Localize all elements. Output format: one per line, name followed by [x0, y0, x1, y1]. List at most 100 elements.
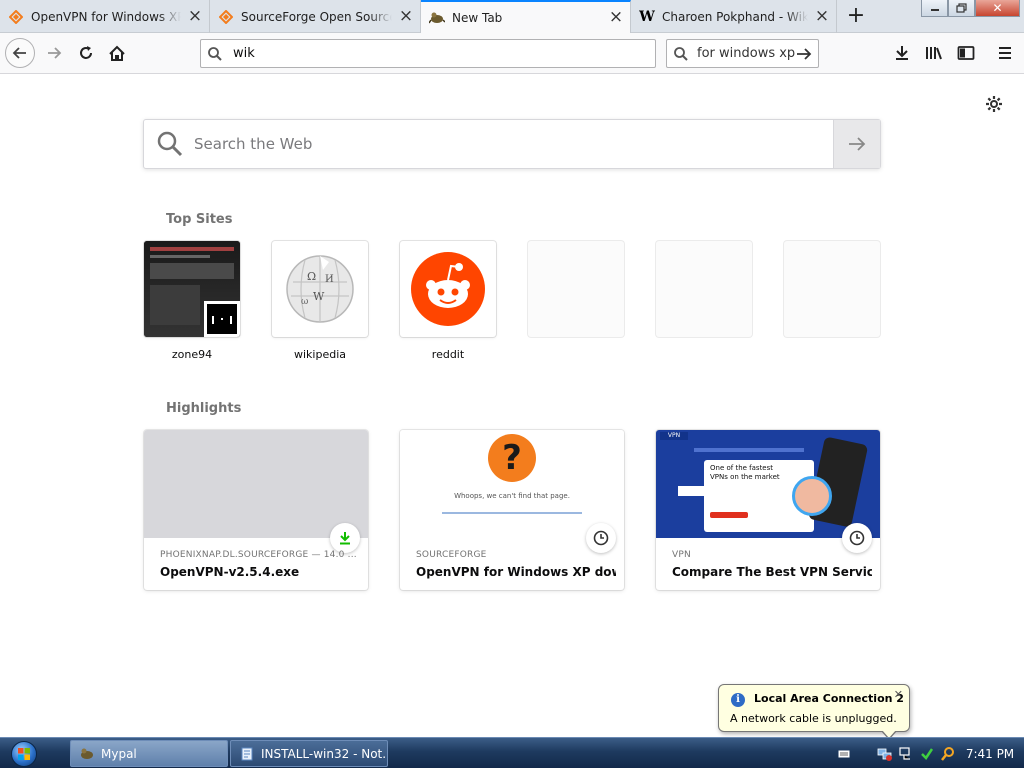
reload-button[interactable] — [72, 39, 100, 67]
hamburger-menu-icon — [999, 47, 1011, 59]
top-site-empty — [528, 241, 624, 337]
card-preview — [144, 430, 368, 538]
close-icon[interactable]: ✕ — [894, 688, 903, 701]
close-tab-icon[interactable]: × — [814, 7, 830, 25]
url-bar-text[interactable]: wik — [233, 46, 255, 61]
back-button[interactable] — [5, 38, 35, 68]
search-icon — [208, 46, 222, 61]
top-site-empty — [784, 241, 880, 337]
web-search-go-button[interactable] — [833, 120, 880, 168]
close-tab-icon[interactable]: × — [398, 7, 414, 25]
card-title: OpenVPN for Windows XP down... — [416, 565, 616, 579]
new-tab-button[interactable]: + — [842, 4, 870, 30]
highlight-card-vpn[interactable]: One of the fastest VPNs on the market VP… — [656, 430, 880, 590]
network-disconnected-icon[interactable] — [877, 746, 893, 762]
sidebar-icon — [957, 46, 975, 60]
tab-title: New Tab — [452, 11, 503, 25]
gear-icon[interactable] — [985, 95, 1003, 113]
empty-tile — [784, 241, 880, 337]
sourceforge-favicon-icon — [218, 9, 234, 25]
wikipedia-favicon-icon: W — [639, 8, 655, 25]
forward-arrow-icon — [48, 47, 62, 59]
restore-button[interactable] — [948, 0, 975, 17]
tab-wikipedia[interactable]: W Charoen Pokphand - Wikipe × — [631, 0, 837, 33]
menu-button[interactable] — [991, 39, 1019, 67]
svg-text:Ω: Ω — [307, 270, 316, 283]
start-button[interactable] — [6, 739, 42, 768]
search-bar[interactable]: for windows xp — [666, 39, 819, 68]
tab-openvpn-xp[interactable]: OpenVPN for Windows XP d × — [0, 0, 210, 33]
zone94-favicon-icon — [204, 301, 240, 337]
web-search-placeholder[interactable]: Search the Web — [194, 135, 833, 153]
reload-icon — [80, 46, 92, 59]
downloads-button[interactable] — [888, 39, 916, 67]
close-window-button[interactable]: ✕ — [975, 0, 1020, 17]
back-arrow-icon — [12, 47, 26, 59]
system-tray — [836, 738, 961, 768]
keyboard-icon[interactable] — [836, 746, 852, 762]
taskbar-button-notepad[interactable]: INSTALL-win32 - Not... — [230, 740, 388, 767]
web-search-box[interactable]: Search the Web — [143, 119, 881, 169]
close-tab-icon[interactable]: × — [187, 7, 203, 25]
check-icon[interactable] — [919, 746, 935, 762]
navigation-toolbar: wik for windows xp — [0, 33, 1024, 74]
close-tab-icon[interactable]: × — [608, 9, 624, 26]
top-site-label: zone94 — [171, 348, 213, 361]
network-notification-balloon[interactable]: i Local Area Connection 2 A network cabl… — [718, 684, 910, 740]
svg-text:W: W — [313, 290, 325, 303]
minimize-button[interactable] — [921, 0, 948, 17]
taskbar-button-mypal[interactable]: Mypal — [70, 740, 228, 767]
tab-title: OpenVPN for Windows XP d — [31, 9, 181, 24]
top-site-thumbnail[interactable] — [144, 241, 240, 337]
top-site-label: wikipedia — [293, 348, 346, 361]
info-icon: i — [731, 693, 745, 707]
highlight-card-sourceforge[interactable]: ? Whoops, we can't find that page. SOURC… — [400, 430, 624, 590]
magnifier-icon[interactable] — [940, 746, 956, 762]
top-site-wikipedia[interactable]: Ω И W ω wikipedia — [272, 241, 368, 361]
search-bar-text[interactable]: for windows xp — [697, 46, 796, 61]
card-source: VPN — [672, 550, 691, 560]
home-button[interactable] — [103, 39, 131, 67]
top-site-reddit[interactable]: reddit — [400, 241, 496, 361]
empty-tile — [656, 241, 752, 337]
clock-icon — [842, 523, 872, 553]
svg-text:ω: ω — [301, 297, 308, 307]
search-icon — [157, 131, 183, 157]
library-icon — [926, 47, 942, 60]
tab-new-tab[interactable]: New Tab × — [421, 0, 631, 34]
window-controls: ✕ — [921, 0, 1020, 17]
card-preview-text: One of the fastest VPNs on the market — [710, 464, 780, 481]
tab-sourceforge[interactable]: SourceForge Open Source A × — [210, 0, 421, 33]
top-site-empty — [656, 241, 752, 337]
empty-tile — [528, 241, 624, 337]
search-go-arrow-icon[interactable] — [796, 47, 812, 61]
highlights-heading: Highlights — [166, 401, 242, 416]
card-title: Compare The Best VPN Services... — [672, 565, 872, 579]
card-preview-text: Whoops, we can't find that page. — [454, 492, 570, 500]
card-source: PHOENIXNAP.DL.SOURCEFORGE — 14.0 ... — [160, 550, 356, 560]
download-icon — [330, 523, 360, 553]
question-mark-icon: ? — [488, 434, 536, 482]
url-bar[interactable]: wik — [200, 39, 656, 68]
wikipedia-globe-icon: Ω И W ω — [286, 255, 354, 323]
sidebar-button[interactable] — [952, 39, 980, 67]
top-site-label: reddit — [431, 348, 465, 361]
mypal-icon — [81, 748, 93, 759]
network-icon[interactable] — [898, 746, 914, 762]
reddit-icon — [411, 252, 485, 326]
svg-text:И: И — [325, 274, 334, 285]
new-tab-page: Search the Web Top Sites zone94 Ω И W ω … — [0, 75, 1024, 736]
library-button[interactable] — [920, 39, 948, 67]
balloon-title: Local Area Connection 2 — [754, 692, 904, 705]
balloon-message: A network cable is unplugged. — [730, 712, 897, 725]
card-source: SOURCEFORGE — [416, 550, 487, 560]
sourceforge-favicon-icon — [8, 9, 24, 25]
top-site-thumbnail[interactable] — [400, 241, 496, 337]
top-site-thumbnail[interactable]: Ω И W ω — [272, 241, 368, 337]
top-site-zone94[interactable]: zone94 — [144, 241, 240, 361]
tab-title: SourceForge Open Source A — [241, 9, 392, 24]
clock[interactable]: 7:41 PM — [960, 738, 1020, 768]
highlight-card-openvpn-exe[interactable]: PHOENIXNAP.DL.SOURCEFORGE — 14.0 ... Ope… — [144, 430, 368, 590]
search-icon — [674, 46, 688, 61]
forward-button[interactable] — [40, 39, 68, 67]
